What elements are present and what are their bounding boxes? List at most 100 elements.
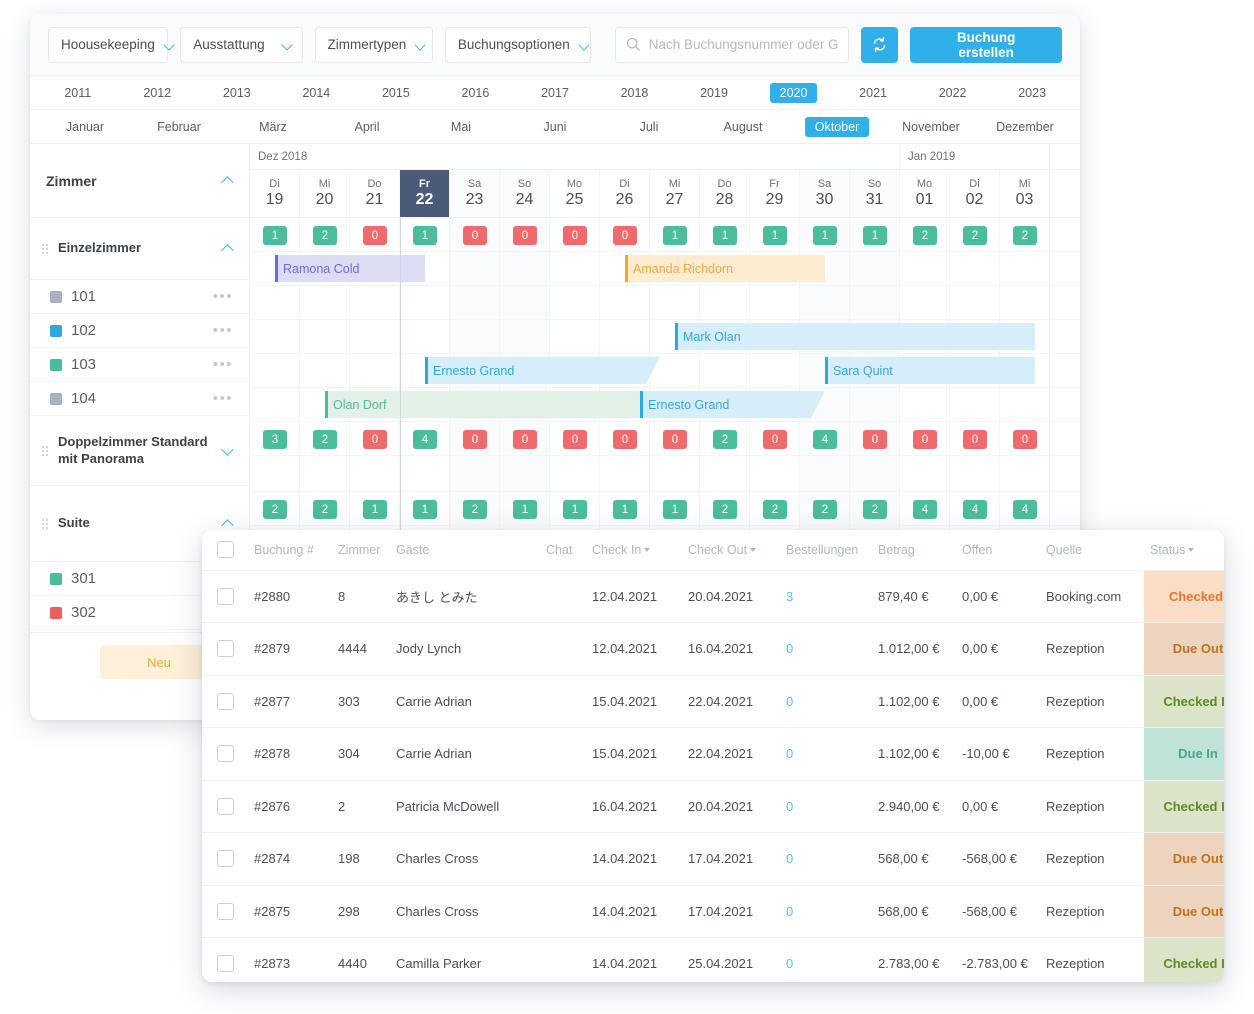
row-select-cell[interactable] (202, 938, 248, 983)
status-badge[interactable]: Checked In (1144, 780, 1224, 832)
table-row[interactable]: #2874 198 Charles Cross 14.04.2021 17.04.202… (202, 832, 1224, 886)
availability-badge[interactable]: 4 (913, 500, 937, 519)
year-2019[interactable]: 2019 (674, 86, 754, 100)
header-checkout[interactable]: Check Out (682, 530, 780, 571)
day-column-02[interactable]: Di 02 (950, 170, 1000, 217)
day-column-31[interactable]: So 31 (850, 170, 900, 217)
header-zimmer[interactable]: Zimmer (332, 530, 390, 571)
availability-badge[interactable]: 2 (813, 500, 837, 519)
availability-badge[interactable]: 0 (363, 430, 387, 449)
booking-resize-handle[interactable] (825, 357, 828, 384)
year-2020[interactable]: 2020 (754, 82, 834, 103)
table-row[interactable]: #2879 4444 Jody Lynch 12.04.2021 16.04.2021 0… (202, 622, 1224, 676)
status-cell[interactable]: Due Out (1144, 622, 1224, 676)
filter-ausstattung[interactable]: Ausstattung (180, 26, 303, 63)
availability-badge[interactable]: 0 (513, 430, 537, 449)
more-horizontal-icon[interactable]: ••• (213, 322, 233, 339)
row-checkbox[interactable] (216, 745, 234, 763)
more-horizontal-icon[interactable]: ••• (213, 288, 233, 305)
availability-badge[interactable]: 0 (863, 430, 887, 449)
status-badge[interactable]: Due Out (1144, 885, 1224, 937)
day-column-19[interactable]: Di 19 (250, 170, 300, 217)
day-column-23[interactable]: Sa 23 (450, 170, 500, 217)
availability-badge[interactable]: 1 (413, 500, 437, 519)
year-2016[interactable]: 2016 (436, 86, 516, 100)
availability-badge[interactable]: 2 (313, 226, 337, 245)
availability-badge[interactable]: 1 (613, 500, 637, 519)
day-column-28[interactable]: Do 28 (700, 170, 750, 217)
row-select-cell[interactable] (202, 675, 248, 728)
month-scale[interactable]: Januar Februar März April Mai Juni Juli August O… (30, 110, 1080, 144)
status-cell[interactable]: Checked In (1144, 675, 1224, 728)
more-horizontal-icon[interactable]: ••• (213, 390, 233, 407)
status-badge[interactable]: Checked In (1144, 938, 1224, 982)
month-Oktober[interactable]: Oktober (790, 116, 884, 137)
year-2015[interactable]: 2015 (356, 86, 436, 100)
chevron-up-icon[interactable] (222, 518, 233, 529)
availability-badge[interactable]: 4 (813, 430, 837, 449)
select-all-checkbox[interactable] (216, 541, 234, 559)
year-2013[interactable]: 2013 (197, 86, 277, 100)
header-quelle[interactable]: Quelle (1040, 530, 1144, 571)
status-badge[interactable]: Due Out (1144, 833, 1224, 885)
availability-badge[interactable]: 0 (913, 430, 937, 449)
group-row-einzelzimmer[interactable]: Einzelzimmer (30, 218, 249, 280)
booking-bar[interactable]: Ernesto Grand (640, 391, 825, 418)
availability-badge[interactable]: 2 (1013, 226, 1037, 245)
availability-badge[interactable]: 1 (863, 226, 887, 245)
month-Juli[interactable]: Juli (602, 120, 696, 134)
row-checkbox[interactable] (216, 902, 234, 920)
availability-badge[interactable]: 1 (263, 226, 287, 245)
month-Februar[interactable]: Februar (132, 120, 226, 134)
availability-badge[interactable]: 2 (713, 430, 737, 449)
availability-badge[interactable]: 0 (563, 226, 587, 245)
group-row-doppelzimmer[interactable]: Doppelzimmer Standard mit Panorama (30, 416, 249, 486)
availability-badge[interactable]: 1 (663, 226, 687, 245)
row-checkbox[interactable] (216, 850, 234, 868)
header-status[interactable]: Status (1144, 530, 1224, 571)
year-2011[interactable]: 2011 (38, 86, 118, 100)
availability-badge[interactable]: 0 (963, 430, 987, 449)
header-checkin[interactable]: Check In (586, 530, 682, 571)
status-cell[interactable]: Due Out (1144, 832, 1224, 886)
availability-badge[interactable]: 3 (263, 430, 287, 449)
row-select-cell[interactable] (202, 832, 248, 886)
day-column-20[interactable]: Mi 20 (300, 170, 350, 217)
row-checkbox[interactable] (216, 692, 234, 710)
status-cell[interactable]: Checked Out (1144, 570, 1224, 623)
row-select-cell[interactable] (202, 727, 248, 781)
month-Juni[interactable]: Juni (508, 120, 602, 134)
day-column-30[interactable]: Sa 30 (800, 170, 850, 217)
day-column-03[interactable]: Mi 03 (1000, 170, 1050, 217)
availability-badge[interactable]: 2 (863, 500, 887, 519)
header-betrag[interactable]: Betrag (872, 530, 956, 571)
room-row-103[interactable]: 103 ••• (30, 348, 249, 382)
table-row[interactable]: #2875 298 Charles Cross 14.04.2021 17.04.202… (202, 885, 1224, 938)
row-checkbox[interactable] (216, 587, 234, 605)
availability-badge[interactable]: 4 (963, 500, 987, 519)
year-2023[interactable]: 2023 (992, 86, 1072, 100)
filter-buchungsoptionen[interactable]: Buchungsoptionen (444, 26, 591, 63)
room-row-101[interactable]: 101 ••• (30, 280, 249, 314)
availability-badge[interactable]: 2 (313, 430, 337, 449)
availability-badge[interactable]: 0 (763, 430, 787, 449)
availability-badge[interactable]: 2 (913, 226, 937, 245)
availability-badge[interactable]: 4 (1013, 500, 1037, 519)
year-2021[interactable]: 2021 (833, 86, 913, 100)
table-row[interactable]: #2873 4440 Camilla Parker 14.04.2021 25.04.2… (202, 938, 1224, 983)
year-scale[interactable]: 2011 2012 2013 2014 2015 2016 2017 2018 2019 2020… (30, 76, 1080, 110)
booking-bar[interactable]: Ernesto Grand (425, 357, 660, 384)
availability-badge[interactable]: 1 (513, 500, 537, 519)
table-row[interactable]: #2880 8 あきし とみた 12.04.2021 20.04.2021 3 879,40… (202, 570, 1224, 623)
booking-bar[interactable]: Mark Olan (675, 323, 1035, 350)
header-chat[interactable]: Chat (540, 530, 586, 571)
availability-badge[interactable]: 4 (413, 430, 437, 449)
availability-badge[interactable]: 2 (313, 500, 337, 519)
year-2018[interactable]: 2018 (595, 86, 675, 100)
header-offen[interactable]: Offen (956, 530, 1040, 571)
booking-bar[interactable]: Sara Quint (825, 357, 1035, 384)
filter-zimmertypen[interactable]: Zimmertypen (314, 26, 433, 63)
row-select-cell[interactable] (202, 885, 248, 938)
search-box[interactable] (614, 26, 849, 63)
booking-bar[interactable]: Olan Dorf (325, 391, 660, 418)
